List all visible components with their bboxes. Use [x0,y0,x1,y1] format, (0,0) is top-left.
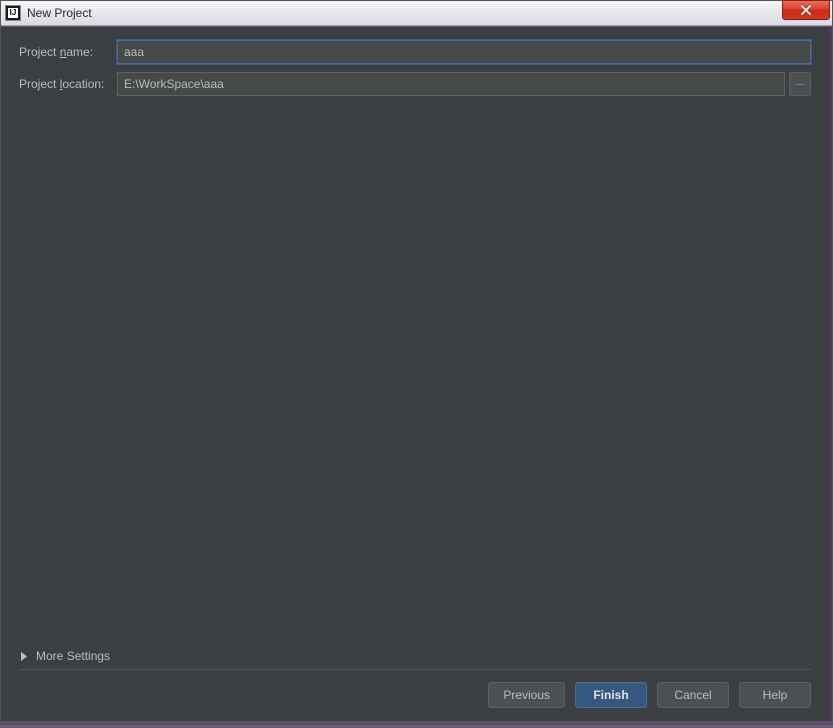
more-settings-toggle[interactable]: More Settings [19,643,811,670]
project-location-row: Project location: ... [19,72,811,96]
previous-button[interactable]: Previous [488,682,565,708]
chevron-right-icon [19,651,29,661]
spacer [19,104,811,643]
project-location-input[interactable] [117,72,785,96]
project-name-input[interactable] [117,40,811,64]
help-button[interactable]: Help [739,682,811,708]
more-settings-label: More Settings [36,649,110,663]
browse-location-button[interactable]: ... [789,72,811,96]
project-location-label: Project location: [19,77,117,91]
close-button[interactable] [782,0,830,20]
project-name-row: Project name: [19,40,811,64]
project-name-label: Project name: [19,45,117,59]
bottom-border [1,721,832,724]
new-project-dialog: IJ New Project Project name: Project loc… [0,0,833,725]
app-icon: IJ [5,5,21,21]
close-icon [800,5,812,15]
window-title: New Project [27,6,92,20]
dialog-content: Project name: Project location: ... More… [1,26,832,724]
finish-button[interactable]: Finish [575,682,647,708]
dialog-button-row: Previous Finish Cancel Help [19,682,811,714]
content-divider [2,26,831,27]
cancel-button[interactable]: Cancel [657,682,729,708]
titlebar[interactable]: IJ New Project [1,1,832,26]
